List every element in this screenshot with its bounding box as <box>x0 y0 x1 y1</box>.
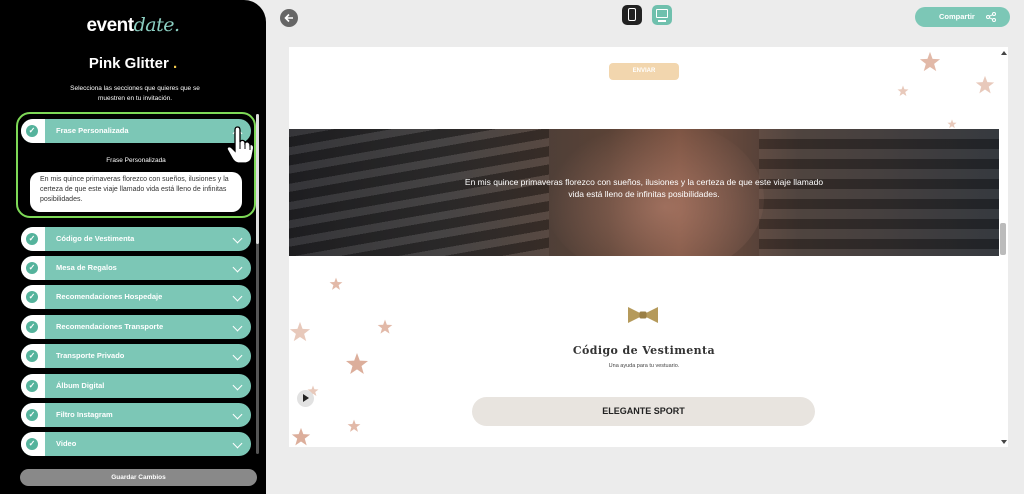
star-icon <box>919 51 941 72</box>
sidebar-scrollbar[interactable] <box>256 114 259 454</box>
star-icon <box>377 319 393 334</box>
top-bar <box>266 0 1024 40</box>
section-item-label: Recomendaciones Transporte <box>56 322 164 331</box>
share-icon <box>986 12 996 22</box>
star-icon <box>347 419 361 432</box>
hero-phrase: En mis quince primaveras florezco con su… <box>464 177 824 199</box>
star-icon <box>291 427 311 446</box>
section-item-label: Álbum Digital <box>56 381 105 390</box>
chevron-down-icon[interactable] <box>232 291 243 302</box>
instructions-text: Selecciona las secciones que quieres que… <box>70 85 200 102</box>
star-icon <box>346 353 368 374</box>
preview-scrollbar[interactable] <box>999 47 1008 447</box>
section-item-frase-personalizada[interactable]: ✓ Frase Personalizada <box>21 119 251 143</box>
preview-scrollbar-thumb[interactable] <box>1000 223 1006 255</box>
chevron-down-icon[interactable] <box>232 350 243 361</box>
eventdate-logo: eventdate. <box>86 14 180 36</box>
sidebar-scrollbar-thumb[interactable] <box>256 114 259 244</box>
check-icon[interactable]: ✓ <box>26 233 38 245</box>
check-icon[interactable]: ✓ <box>26 321 38 333</box>
dress-code-title: Código de Vestimenta <box>572 344 716 357</box>
chevron-down-icon[interactable] <box>232 438 243 449</box>
phrase-field-caption: Frase Personalizada <box>106 157 166 164</box>
invitation-preview[interactable]: ENVIAR En mis quince primaveras florezco… <box>289 47 1008 447</box>
scroll-down-icon[interactable] <box>1001 440 1007 444</box>
section-item-filtro-instagram[interactable]: ✓ Filtro Instagram <box>21 403 251 427</box>
hero-banner: En mis quince primaveras florezco con su… <box>289 129 999 256</box>
star-icon <box>975 75 995 94</box>
chevron-down-icon[interactable] <box>232 409 243 420</box>
chevron-down-icon[interactable] <box>232 233 243 244</box>
section-item-recomendaciones-transporte[interactable]: ✓ Recomendaciones Transporte <box>21 315 251 339</box>
section-item-transporte-privado[interactable]: ✓ Transporte Privado <box>21 344 251 368</box>
send-button[interactable]: ENVIAR <box>609 63 679 80</box>
save-changes-button[interactable]: Guardar Cambios <box>20 469 257 486</box>
bow-tie-icon <box>628 307 658 323</box>
section-item-label: Recomendaciones Hospedaje <box>56 292 163 301</box>
desktop-view-icon[interactable] <box>652 5 672 25</box>
star-icon <box>329 277 343 290</box>
section-item-recomendaciones-hospedaje[interactable]: ✓ Recomendaciones Hospedaje <box>21 285 251 309</box>
section-item-label: Transporte Privado <box>56 351 125 360</box>
check-icon[interactable]: ✓ <box>26 291 38 303</box>
section-item-album-digital[interactable]: ✓ Álbum Digital <box>21 374 251 398</box>
scroll-up-icon[interactable] <box>1001 51 1007 55</box>
dress-code-subtitle: Una ayuda para tu vestuario. <box>608 363 680 369</box>
share-button-label: Compartir <box>939 12 975 21</box>
dress-code-value: ELEGANTE SPORT <box>472 397 815 426</box>
section-item-label: Mesa de Regalos <box>56 263 117 272</box>
phrase-textarea[interactable]: En mis quince primaveras florezco con su… <box>30 172 242 212</box>
section-item-video[interactable]: ✓ Video <box>21 432 251 456</box>
mobile-view-icon[interactable] <box>622 5 642 25</box>
check-icon[interactable]: ✓ <box>26 262 38 274</box>
theme-title: Pink Glitter . <box>88 55 178 72</box>
back-arrow-icon[interactable] <box>280 9 298 27</box>
check-icon[interactable]: ✓ <box>26 438 38 450</box>
chevron-down-icon[interactable] <box>232 380 243 391</box>
check-icon[interactable]: ✓ <box>26 350 38 362</box>
chevron-down-icon[interactable] <box>232 321 243 332</box>
check-icon[interactable]: ✓ <box>26 380 38 392</box>
star-icon <box>289 321 311 342</box>
check-icon[interactable]: ✓ <box>26 409 38 421</box>
section-item-label: Filtro Instagram <box>56 410 113 419</box>
play-icon[interactable] <box>297 390 314 407</box>
chevron-down-icon[interactable] <box>232 262 243 273</box>
check-icon[interactable]: ✓ <box>26 125 38 137</box>
section-item-label: Frase Personalizada <box>56 126 129 135</box>
share-button[interactable]: Compartir <box>915 7 1010 27</box>
section-item-codigo-vestimenta[interactable]: ✓ Código de Vestimenta <box>21 227 251 251</box>
star-icon <box>947 119 957 129</box>
section-item-mesa-regalos[interactable]: ✓ Mesa de Regalos <box>21 256 251 280</box>
section-item-label: Código de Vestimenta <box>56 234 135 243</box>
section-item-label: Video <box>56 439 77 448</box>
sidebar: eventdate. Pink Glitter . Selecciona las… <box>0 0 266 494</box>
star-icon <box>897 85 909 96</box>
